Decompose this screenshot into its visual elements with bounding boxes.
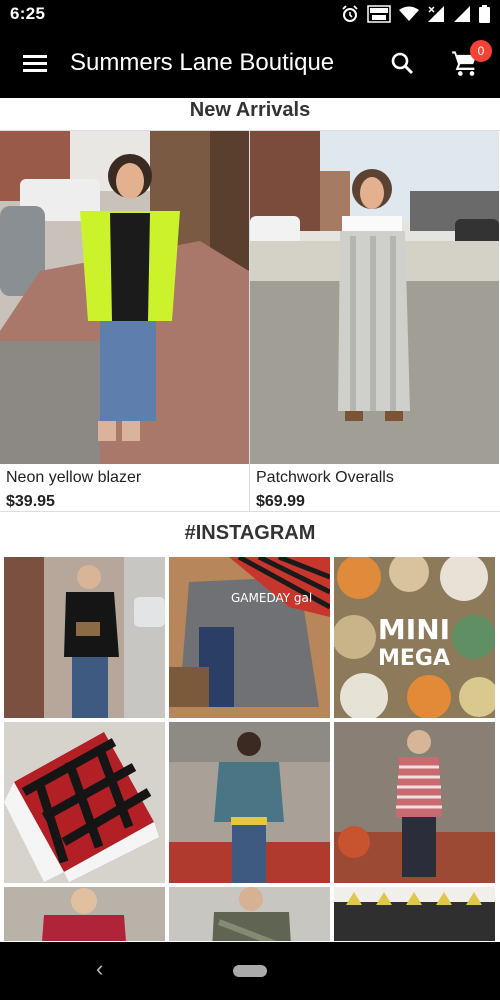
instagram-post[interactable] xyxy=(334,722,495,883)
search-button[interactable] xyxy=(374,28,430,98)
product-image[interactable] xyxy=(0,131,249,464)
instagram-post[interactable] xyxy=(4,887,165,941)
app-screen: 6:25 Summers Lane Boutique 0 New Arrival… xyxy=(0,0,500,1000)
signal-icon xyxy=(428,6,444,22)
volte-icon xyxy=(367,5,391,23)
instagram-grid: GAMEDAY gal MINI MEGA xyxy=(0,557,500,941)
mega-text: MEGA xyxy=(378,646,450,671)
product-image[interactable] xyxy=(250,131,499,464)
alarm-icon xyxy=(342,5,358,22)
app-bar: Summers Lane Boutique 0 xyxy=(0,28,500,98)
instagram-post[interactable] xyxy=(4,557,165,718)
home-pill[interactable] xyxy=(233,965,267,977)
product-price: $39.95 xyxy=(6,493,55,510)
product-price: $69.99 xyxy=(256,493,305,510)
search-icon xyxy=(391,52,414,75)
product-card[interactable]: Patchwork Overalls $69.99 xyxy=(250,131,500,511)
signal-icon xyxy=(454,6,470,22)
status-icons xyxy=(341,5,490,23)
product-card[interactable]: Neon yellow blazer $39.95 xyxy=(0,131,250,511)
cart-button[interactable]: 0 xyxy=(430,28,500,98)
instagram-post[interactable]: MINI MEGA xyxy=(334,557,495,718)
status-time: 6:25 xyxy=(10,4,46,23)
instagram-post[interactable] xyxy=(4,722,165,883)
menu-button[interactable] xyxy=(0,28,70,98)
product-list: Neon yellow blazer $39.95 Patchwork Over… xyxy=(0,130,500,512)
status-bar: 6:25 xyxy=(0,0,500,28)
battery-icon xyxy=(479,5,490,23)
instagram-post[interactable] xyxy=(169,887,330,941)
system-nav-bar: ‹ xyxy=(0,942,500,1000)
product-name[interactable]: Patchwork Overalls xyxy=(256,469,394,487)
app-title: Summers Lane Boutique xyxy=(70,49,335,76)
instagram-post[interactable]: GAMEDAY gal xyxy=(169,557,330,718)
product-name[interactable]: Neon yellow blazer xyxy=(6,469,141,487)
instagram-heading: #INSTAGRAM xyxy=(184,522,316,544)
instagram-post[interactable] xyxy=(169,722,330,883)
cart-count-badge: 0 xyxy=(470,40,492,62)
instagram-post[interactable] xyxy=(334,887,495,941)
hamburger-menu-icon xyxy=(23,55,47,72)
mini-text: MINI xyxy=(378,613,450,646)
new-arrivals-heading: New Arrivals xyxy=(189,99,311,121)
back-icon[interactable]: ‹ xyxy=(96,956,103,982)
gameday-text: GAMEDAY gal xyxy=(231,591,312,605)
wifi-icon xyxy=(399,6,419,21)
